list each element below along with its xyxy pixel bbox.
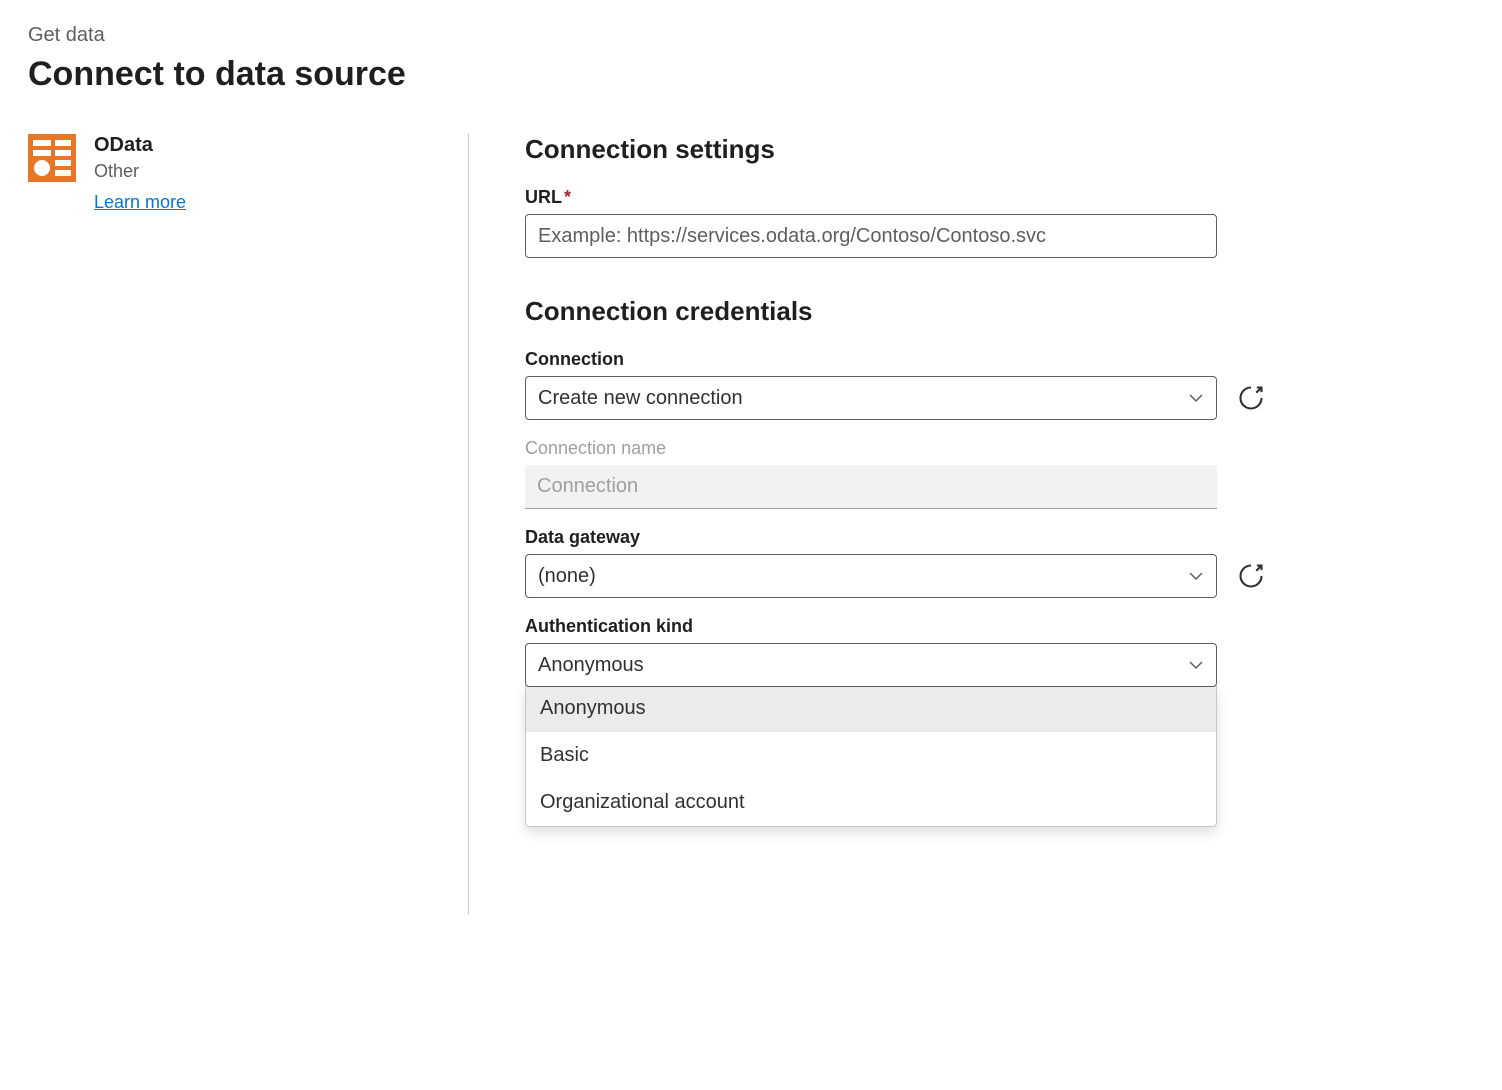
- auth-kind-select[interactable]: Anonymous: [525, 643, 1217, 687]
- breadcrumb: Get data: [28, 24, 1474, 47]
- refresh-gateway-icon[interactable]: [1237, 562, 1265, 590]
- data-gateway-select[interactable]: (none): [525, 554, 1217, 598]
- connection-name-label: Connection name: [525, 438, 1469, 459]
- connection-selected-value: Create new connection: [538, 387, 743, 410]
- data-gateway-label: Data gateway: [525, 527, 1469, 548]
- data-gateway-selected-value: (none): [538, 565, 596, 588]
- chevron-down-icon: [1188, 657, 1204, 673]
- odata-connector-icon: [28, 134, 76, 182]
- connection-credentials-heading: Connection credentials: [525, 296, 1469, 327]
- connection-select[interactable]: Create new connection: [525, 376, 1217, 420]
- page-title: Connect to data source: [28, 55, 1474, 94]
- auth-option-basic[interactable]: Basic: [526, 732, 1216, 779]
- auth-kind-selected-value: Anonymous: [538, 654, 644, 677]
- auth-option-organizational[interactable]: Organizational account: [526, 779, 1216, 826]
- connector-panel: OData Other Learn more: [28, 134, 468, 914]
- connector-category: Other: [94, 161, 186, 182]
- auth-option-anonymous[interactable]: Anonymous: [526, 685, 1216, 732]
- auth-kind-label: Authentication kind: [525, 616, 1469, 637]
- url-label: URL*: [525, 187, 1469, 208]
- connector-name: OData: [94, 134, 186, 157]
- url-input[interactable]: [525, 214, 1217, 258]
- learn-more-link[interactable]: Learn more: [94, 192, 186, 213]
- connection-label: Connection: [525, 349, 1469, 370]
- auth-kind-dropdown: Anonymous Basic Organizational account: [525, 685, 1217, 827]
- connection-name-input: [525, 465, 1217, 509]
- chevron-down-icon: [1188, 390, 1204, 406]
- required-indicator: *: [564, 187, 571, 207]
- chevron-down-icon: [1188, 568, 1204, 584]
- refresh-connection-icon[interactable]: [1237, 384, 1265, 412]
- connection-settings-heading: Connection settings: [525, 134, 1469, 165]
